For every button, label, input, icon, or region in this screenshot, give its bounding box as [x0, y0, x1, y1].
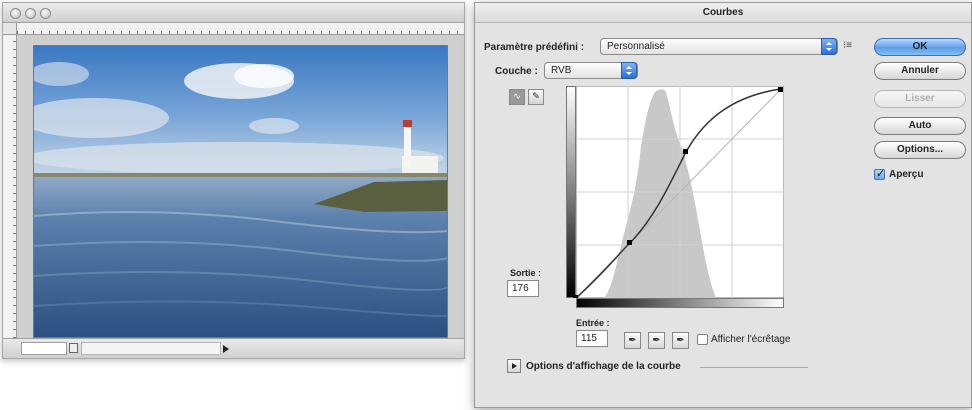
curve-point-shadows[interactable]	[627, 240, 632, 245]
page-icon[interactable]	[69, 343, 78, 353]
zoom-level-field[interactable]	[21, 342, 67, 355]
channel-select[interactable]: RVB	[544, 62, 638, 79]
input-label: Entrée :	[576, 318, 610, 328]
vertical-ruler[interactable]	[3, 35, 17, 338]
curve-svg	[573, 85, 785, 300]
preset-menu-icon[interactable]: ⁝≡	[843, 40, 859, 52]
photo-image	[34, 46, 447, 337]
divider	[700, 367, 808, 368]
status-menu-arrow-icon[interactable]	[223, 345, 229, 353]
document-status-bar	[3, 338, 464, 358]
minimize-window-button[interactable]	[25, 8, 36, 19]
pencil-tool-icon[interactable]: ✎	[528, 89, 544, 105]
ok-button[interactable]: OK	[874, 38, 966, 56]
show-clipping-label: Afficher l'écrêtage	[711, 334, 791, 345]
lighthouse-photo[interactable]	[33, 45, 448, 338]
curve-point-black[interactable]	[573, 295, 578, 300]
input-value-field[interactable]: 115	[576, 330, 608, 347]
document-titlebar	[3, 3, 464, 23]
black-point-eyedropper-icon[interactable]: ✒	[624, 332, 641, 349]
auto-button[interactable]: Auto	[874, 117, 966, 135]
smooth-button[interactable]: Lisser	[874, 90, 966, 108]
curve-point-tool-icon[interactable]: ∿	[509, 89, 525, 105]
output-label: Sortie :	[510, 268, 542, 278]
ruler-origin[interactable]	[3, 23, 17, 35]
zoom-window-button[interactable]	[40, 8, 51, 19]
curve-graph[interactable]	[566, 85, 785, 300]
preset-label: Paramètre prédéfini :	[484, 42, 585, 53]
preview-checkbox[interactable]	[874, 167, 885, 180]
display-options-disclosure-icon[interactable]	[507, 359, 521, 373]
document-info	[81, 342, 221, 355]
channel-label: Couche :	[495, 66, 538, 77]
options-button[interactable]: Options...	[874, 141, 966, 159]
preset-value: Personnalisé	[607, 41, 665, 52]
preset-select-arrow-icon	[821, 38, 837, 55]
close-window-button[interactable]	[10, 8, 21, 19]
curve-point-white[interactable]	[778, 87, 783, 92]
preset-select[interactable]: Personnalisé	[600, 38, 838, 55]
input-gradient-bar	[576, 298, 784, 308]
output-value-field[interactable]: 176	[507, 280, 539, 297]
gray-point-eyedropper-icon[interactable]: ✒	[648, 332, 665, 349]
channel-value: RVB	[551, 65, 572, 76]
horizontal-ruler[interactable]	[17, 23, 464, 35]
curve-point-highlights[interactable]	[683, 149, 688, 154]
show-clipping-checkbox[interactable]	[697, 334, 708, 345]
white-point-eyedropper-icon[interactable]: ✒	[672, 332, 689, 349]
canvas-area[interactable]	[17, 35, 464, 338]
dialog-title: Courbes	[475, 3, 971, 23]
channel-select-arrow-icon	[621, 62, 637, 79]
document-window	[2, 2, 465, 359]
preview-label: Aperçu	[889, 169, 924, 180]
display-options-label: Options d'affichage de la courbe	[526, 361, 681, 372]
cancel-button[interactable]: Annuler	[874, 62, 966, 80]
